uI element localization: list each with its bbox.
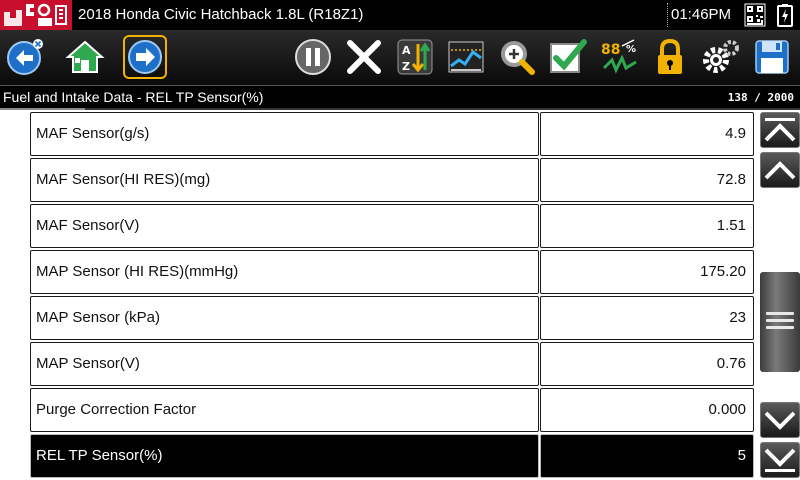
forward-button[interactable] [123,35,167,79]
pid-list: MAF Sensor(g/s) 4.9 MAF Sensor(HI RES)(m… [30,112,756,480]
checkmark-icon [550,39,587,73]
pid-value: 0.000 [540,388,754,432]
list-item[interactable]: MAF Sensor(V) 1.51 [30,204,756,248]
list-item[interactable]: MAF Sensor(g/s) 4.9 [30,112,756,156]
clear-button[interactable] [343,36,385,78]
lock-icon [658,38,682,74]
scroll-down-button[interactable] [760,402,800,438]
pid-name: MAP Sensor (kPa) [30,296,539,340]
app-logo[interactable] [0,0,72,30]
graph-button[interactable] [445,36,487,78]
scrollbar[interactable] [760,112,800,480]
home-button[interactable] [64,36,106,78]
svg-text:88: 88 [601,42,620,58]
scroll-up-icon [764,161,796,180]
svg-text:%: % [626,44,636,55]
list-item[interactable]: Purge Correction Factor 0.000 [30,388,756,432]
recording-progress-bar [0,108,800,110]
back-button[interactable] [4,36,46,78]
list-item[interactable]: MAP Sensor (kPa) 23 [30,296,756,340]
floppy-disk-icon [755,40,789,74]
pid-value: 4.9 [540,112,754,156]
sort-az-icon: A Z [397,39,433,75]
pid-name: Purge Correction Factor [30,388,539,432]
list-item[interactable]: MAP Sensor(V) 0.76 [30,342,756,386]
forward-arrow-icon [128,40,162,74]
toolbar: A Z 88 % [0,30,800,85]
list-item[interactable]: MAP Sensor (HI RES)(mmHg) 175.20 [30,250,756,294]
pid-value: 23 [540,296,754,340]
scroll-bottom-button[interactable] [760,442,800,478]
grip-line [766,326,794,329]
back-arrow-icon [7,39,43,75]
svg-text:Z: Z [402,60,410,73]
pid-name: REL TP Sensor(%) [30,434,539,478]
snap-on-logo-icon [0,0,72,30]
scroll-down-icon [764,411,796,430]
gear-icon [703,40,739,73]
qr-code-icon[interactable] [744,3,766,27]
pid-name: MAF Sensor(HI RES)(mg) [30,158,539,202]
pid-value: 72.8 [540,158,754,202]
pid-name: MAF Sensor(g/s) [30,112,539,156]
list-item[interactable]: MAF Sensor(HI RES)(mg) 72.8 [30,158,756,202]
scroll-top-icon [764,118,796,142]
scroll-up-button[interactable] [760,152,800,188]
list-item-selected[interactable]: REL TP Sensor(%) 5 [30,434,756,478]
clock: 01:46PM [671,6,732,23]
title-bar: 2018 Honda Civic Hatchback 1.8L (R18Z1) … [0,0,800,30]
data-header: Fuel and Intake Data - REL TP Sensor(%) … [0,85,800,109]
title-divider [667,3,668,27]
units-88-icon: 88 % [601,39,637,74]
recording-progress-fill [0,108,85,110]
grip-line [766,312,794,315]
grip-line [766,319,794,322]
pause-icon [295,39,331,75]
pid-value: 5 [540,434,754,478]
pause-button[interactable] [292,36,334,78]
sort-button[interactable]: A Z [394,36,436,78]
pid-value: 1.51 [540,204,754,248]
x-icon [347,40,381,74]
svg-text:A: A [402,44,411,57]
scroll-bottom-icon [764,448,796,472]
page-title: Fuel and Intake Data - REL TP Sensor(%) [3,89,264,105]
pid-name: MAP Sensor (HI RES)(mmHg) [30,250,539,294]
settings-button[interactable] [700,36,742,78]
home-icon [65,40,105,73]
units-button[interactable]: 88 % [598,36,640,78]
zoom-icon [501,41,535,75]
save-button[interactable] [751,36,793,78]
scroll-top-button[interactable] [760,112,800,148]
pid-value: 0.76 [540,342,754,386]
battery-charging-icon [777,4,793,27]
pid-value: 175.20 [540,250,754,294]
lock-button[interactable] [649,36,691,78]
scroll-thumb[interactable] [760,272,800,372]
frame-counter: 138 / 2000 [727,91,794,104]
pid-name: MAP Sensor(V) [30,342,539,386]
vehicle-title: 2018 Honda Civic Hatchback 1.8L (R18Z1) [78,6,364,23]
zoom-button[interactable] [496,36,538,78]
custom-list-button[interactable] [547,36,589,78]
graph-icon [448,41,484,73]
pid-name: MAF Sensor(V) [30,204,539,248]
